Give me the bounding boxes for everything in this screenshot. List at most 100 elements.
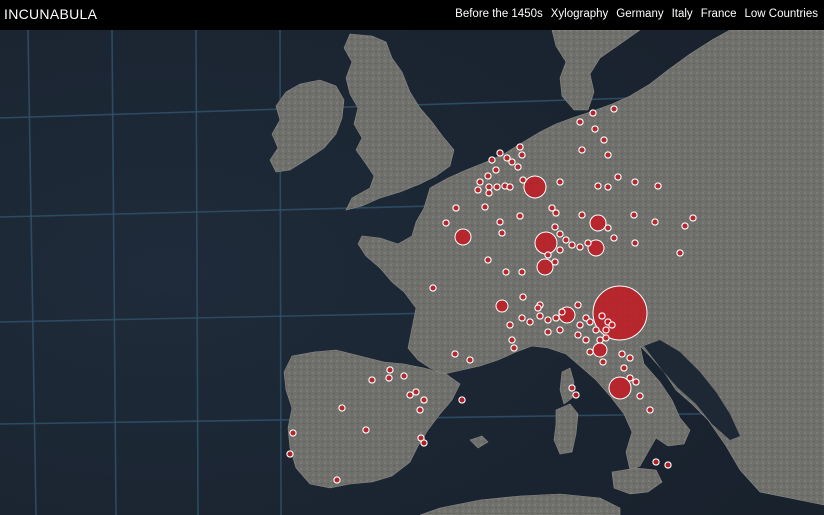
printing-center-marker[interactable] bbox=[429, 284, 437, 292]
printing-center-marker[interactable] bbox=[608, 321, 616, 329]
printing-center-marker[interactable] bbox=[636, 392, 644, 400]
printing-center-marker[interactable] bbox=[451, 350, 459, 358]
printing-center-marker[interactable] bbox=[592, 342, 608, 358]
printing-center-marker[interactable] bbox=[484, 172, 492, 180]
printing-center-marker[interactable] bbox=[286, 450, 294, 458]
printing-center-marker[interactable] bbox=[536, 258, 554, 276]
printing-center-marker[interactable] bbox=[552, 209, 560, 217]
printing-center-marker[interactable] bbox=[631, 239, 639, 247]
printing-center-marker[interactable] bbox=[518, 151, 526, 159]
printing-center-marker[interactable] bbox=[552, 314, 560, 322]
printing-center-marker[interactable] bbox=[526, 318, 534, 326]
printing-center-marker[interactable] bbox=[618, 350, 626, 358]
printing-center-marker[interactable] bbox=[506, 183, 514, 191]
printing-center-marker[interactable] bbox=[400, 372, 408, 380]
printing-center-marker[interactable] bbox=[562, 236, 570, 244]
printing-center-marker[interactable] bbox=[416, 406, 424, 414]
printing-center-marker[interactable] bbox=[574, 301, 582, 309]
printing-center-marker[interactable] bbox=[630, 211, 638, 219]
printing-center-marker[interactable] bbox=[604, 183, 612, 191]
app-title[interactable]: INCUNABULA bbox=[4, 6, 97, 22]
printing-center-marker[interactable] bbox=[592, 326, 600, 334]
printing-center-marker[interactable] bbox=[631, 178, 639, 186]
printing-center-marker[interactable] bbox=[442, 219, 450, 227]
nav-item-germany[interactable]: Germany bbox=[616, 8, 663, 20]
printing-center-marker[interactable] bbox=[576, 321, 584, 329]
nav-item-low-countries[interactable]: Low Countries bbox=[744, 8, 818, 20]
printing-center-marker[interactable] bbox=[485, 189, 493, 197]
printing-center-marker[interactable] bbox=[556, 178, 564, 186]
printing-center-marker[interactable] bbox=[599, 358, 607, 366]
printing-center-marker[interactable] bbox=[544, 251, 552, 259]
printing-center-marker[interactable] bbox=[632, 378, 640, 386]
printing-center-marker[interactable] bbox=[610, 234, 618, 242]
printing-center-marker[interactable] bbox=[458, 396, 466, 404]
printing-center-marker[interactable] bbox=[420, 396, 428, 404]
printing-center-marker[interactable] bbox=[614, 173, 622, 181]
printing-center-marker[interactable] bbox=[568, 241, 576, 249]
printing-center-marker[interactable] bbox=[602, 326, 610, 334]
printing-center-marker[interactable] bbox=[385, 374, 393, 382]
printing-center-marker[interactable] bbox=[586, 318, 594, 326]
printing-center-marker[interactable] bbox=[492, 166, 500, 174]
printing-center-marker[interactable] bbox=[412, 388, 420, 396]
printing-center-marker[interactable] bbox=[523, 175, 547, 199]
printing-center-marker[interactable] bbox=[582, 336, 590, 344]
printing-center-marker[interactable] bbox=[551, 258, 559, 266]
map-view[interactable] bbox=[0, 30, 824, 515]
printing-center-marker[interactable] bbox=[651, 218, 659, 226]
printing-center-marker[interactable] bbox=[519, 293, 527, 301]
printing-center-marker[interactable] bbox=[556, 230, 564, 238]
printing-center-marker[interactable] bbox=[558, 308, 566, 316]
printing-center-marker[interactable] bbox=[572, 391, 580, 399]
printing-center-marker[interactable] bbox=[556, 246, 564, 254]
printing-center-marker[interactable] bbox=[681, 222, 689, 230]
printing-center-marker[interactable] bbox=[578, 146, 586, 154]
printing-center-marker[interactable] bbox=[589, 109, 597, 117]
printing-center-marker[interactable] bbox=[510, 344, 518, 352]
printing-center-marker[interactable] bbox=[516, 212, 524, 220]
printing-center-marker[interactable] bbox=[568, 384, 576, 392]
printing-center-marker[interactable] bbox=[496, 218, 504, 226]
printing-center-marker[interactable] bbox=[534, 231, 558, 255]
printing-center-marker[interactable] bbox=[676, 249, 684, 257]
printing-center-marker[interactable] bbox=[506, 321, 514, 329]
printing-center-marker[interactable] bbox=[386, 366, 394, 374]
printing-center-marker[interactable] bbox=[574, 331, 582, 339]
printing-center-marker[interactable] bbox=[589, 214, 607, 232]
printing-center-marker[interactable] bbox=[578, 211, 586, 219]
printing-center-marker[interactable] bbox=[488, 156, 496, 164]
printing-center-marker[interactable] bbox=[498, 229, 506, 237]
nav-item-france[interactable]: France bbox=[701, 8, 737, 20]
printing-center-marker[interactable] bbox=[600, 136, 608, 144]
printing-center-marker[interactable] bbox=[626, 374, 634, 382]
printing-center-marker[interactable] bbox=[652, 458, 660, 466]
printing-center-marker[interactable] bbox=[519, 176, 527, 184]
printing-center-marker[interactable] bbox=[493, 183, 501, 191]
printing-center-marker[interactable] bbox=[333, 476, 341, 484]
printing-center-marker[interactable] bbox=[604, 224, 612, 232]
printing-center-marker[interactable] bbox=[620, 364, 628, 372]
printing-center-marker[interactable] bbox=[362, 426, 370, 434]
printing-center-marker[interactable] bbox=[338, 404, 346, 412]
printing-center-marker[interactable] bbox=[508, 158, 516, 166]
printing-center-marker[interactable] bbox=[556, 326, 564, 334]
printing-center-marker[interactable] bbox=[368, 376, 376, 384]
printing-center-marker[interactable] bbox=[610, 105, 618, 113]
printing-center-marker[interactable] bbox=[534, 304, 542, 312]
printing-center-marker[interactable] bbox=[586, 348, 594, 356]
printing-center-marker[interactable] bbox=[495, 299, 509, 313]
nav-item-xylography[interactable]: Xylography bbox=[551, 8, 609, 20]
nav-item-italy[interactable]: Italy bbox=[672, 8, 693, 20]
printing-center-marker[interactable] bbox=[516, 143, 524, 151]
printing-center-marker[interactable] bbox=[420, 439, 428, 447]
printing-center-marker[interactable] bbox=[544, 316, 552, 324]
nav-item-before-1450s[interactable]: Before the 1450s bbox=[455, 8, 543, 20]
printing-center-marker[interactable] bbox=[484, 256, 492, 264]
printing-center-marker[interactable] bbox=[485, 183, 493, 191]
printing-center-marker[interactable] bbox=[406, 391, 414, 399]
printing-center-marker[interactable] bbox=[476, 178, 484, 186]
printing-center-marker[interactable] bbox=[496, 149, 504, 157]
printing-center-marker[interactable] bbox=[584, 239, 592, 247]
printing-center-marker[interactable] bbox=[518, 314, 526, 322]
